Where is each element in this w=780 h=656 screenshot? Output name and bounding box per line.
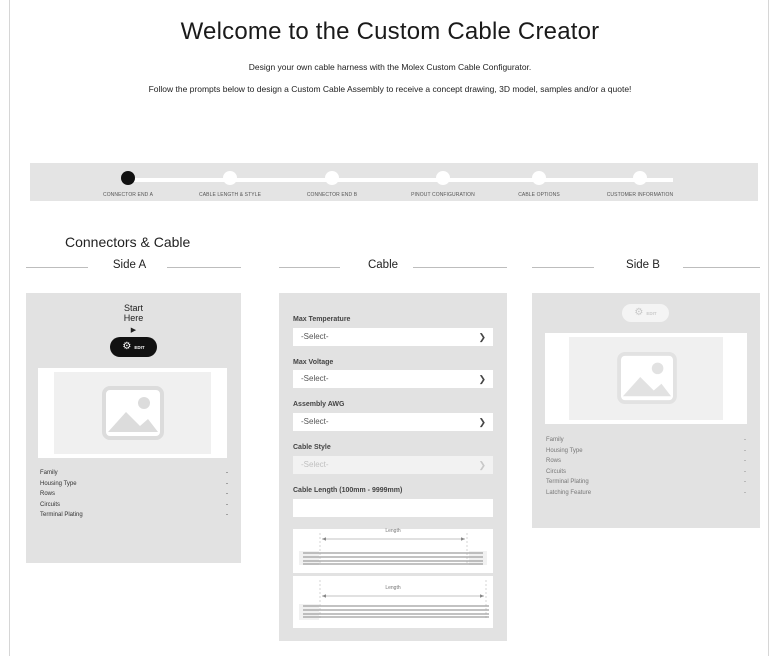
select-value: -Select- [301, 374, 329, 383]
step-dot [532, 171, 546, 185]
cable-length-label: Cable Length (100mm - 9999mm) [293, 487, 403, 494]
edit-side-a-button[interactable]: ⚙ Edit [110, 337, 157, 357]
step-dot-active [121, 171, 135, 185]
spec-row: Latching Feature - [546, 488, 746, 499]
progress-stepper: Connector End A Cable Length & Style Con… [30, 163, 758, 201]
select-value: -Select- [301, 417, 329, 426]
spec-label: Family [546, 437, 564, 443]
column-title: Side B [626, 259, 660, 271]
chevron-down-icon: ❯ [478, 374, 486, 384]
column-title: Side A [112, 259, 147, 271]
chevron-down-icon: ❯ [478, 332, 486, 342]
spec-label: Circuits [40, 501, 61, 508]
cable-style-label: Cable Style [293, 444, 331, 451]
column-title: Cable [367, 259, 399, 271]
step-dot [223, 171, 237, 185]
page-instructions: Follow the prompts below to design a Cus… [148, 84, 632, 94]
spec-row: Rows - [546, 456, 746, 467]
spec-value: - [226, 491, 228, 497]
max-voltage-select[interactable]: -Select- ❯ [293, 370, 493, 388]
column-header-cable: Cable [279, 259, 507, 275]
gear-icon: ⚙ [634, 307, 644, 318]
spec-row: Housing Type - [546, 446, 746, 457]
spec-value: - [744, 489, 746, 496]
spec-row: Rows - [40, 489, 228, 500]
edit-label: Edit [646, 310, 657, 316]
side-b-panel: ⚙ Edit Family - Housing Type - Rows - Circu… [532, 293, 760, 528]
length-label: Length [385, 528, 401, 534]
spec-row: Terminal Plating - [546, 477, 746, 488]
play-arrow-icon: ▶ [130, 327, 137, 334]
section-title: Connectors & Cable [65, 234, 191, 250]
select-value: -Select- [301, 460, 329, 469]
image-placeholder-icon [617, 352, 677, 404]
cable-panel: Max Temperature -Select- ❯ Max Voltage -… [279, 293, 507, 641]
max-voltage-label: Max Voltage [293, 359, 334, 366]
spec-value: - [744, 447, 746, 454]
cable-style-diagram-2[interactable]: Length [293, 576, 493, 628]
cable-diagram-2 [299, 580, 489, 620]
cable-style-select[interactable]: -Select- ❯ [293, 456, 493, 474]
spec-value: - [226, 512, 228, 518]
step-connector-end-b[interactable]: Connector End B [272, 169, 392, 198]
side-b-specs: Family - Housing Type - Rows - Circuits - Te… [546, 435, 746, 498]
side-a-panel: Start Here ▶ ⚙ Edit Family - Housing Type… [26, 293, 241, 563]
length-label: Length [385, 585, 401, 591]
cable-diagram-1 [299, 533, 487, 565]
connector-image-frame [38, 368, 227, 458]
connector-image [569, 337, 723, 420]
cable-length-input[interactable] [293, 499, 493, 517]
cable-style-diagram-1[interactable]: Length [293, 528, 493, 573]
chevron-down-icon: ❯ [478, 460, 486, 470]
spec-label: Latching Feature [546, 489, 592, 496]
start-here-label: Start Here [26, 303, 241, 323]
side-a-specs: Family - Housing Type - Rows - Circuits - Te… [40, 468, 228, 521]
spec-row: Circuits - [546, 467, 746, 478]
column-header-side-a: Side A [26, 259, 241, 275]
image-placeholder-icon [102, 386, 164, 440]
assembly-awg-label: Assembly AWG [293, 401, 345, 408]
here-text: Here [123, 313, 144, 323]
spec-label: Circuits [546, 468, 567, 475]
edit-side-b-button[interactable]: ⚙ Edit [622, 304, 669, 322]
step-label: Customer Information [606, 192, 674, 198]
max-temperature-select[interactable]: -Select- ❯ [293, 328, 493, 346]
spec-value: - [744, 458, 746, 464]
chevron-down-icon: ❯ [478, 417, 486, 427]
spec-label: Terminal Plating [40, 512, 83, 518]
spec-row: Circuits - [40, 500, 228, 511]
spec-row: Terminal Plating - [40, 510, 228, 521]
page-subtitle: Design your own cable harness with the M… [248, 62, 532, 72]
page-title: Welcome to the Custom Cable Creator [180, 18, 600, 45]
spec-value: - [226, 480, 228, 487]
spec-value: - [226, 470, 228, 476]
spec-value: - [226, 501, 228, 508]
spec-row: Housing Type - [40, 479, 228, 490]
select-value: -Select- [301, 332, 329, 341]
step-label: Connector End B [306, 192, 358, 198]
spec-label: Rows [40, 491, 56, 497]
spec-label: Rows [546, 458, 562, 464]
spec-label: Housing Type [40, 480, 77, 487]
spec-value: - [744, 437, 746, 443]
spec-label: Terminal Plating [546, 479, 589, 485]
spec-row: Family - [546, 435, 746, 446]
gear-icon: ⚙ [122, 341, 132, 352]
spec-label: Family [40, 470, 58, 476]
spec-value: - [744, 479, 746, 485]
step-dot [325, 171, 339, 185]
spec-label: Housing Type [546, 447, 583, 454]
step-customer-information[interactable]: Customer Information [580, 169, 700, 198]
spec-row: Family - [40, 468, 228, 479]
step-dot [633, 171, 647, 185]
start-text: Start [123, 303, 143, 313]
spec-value: - [744, 468, 746, 475]
connector-image-frame [545, 333, 747, 424]
step-dot [436, 171, 450, 185]
edit-label: Edit [134, 344, 145, 350]
max-temperature-label: Max Temperature [293, 316, 351, 323]
assembly-awg-select[interactable]: -Select- ❯ [293, 413, 493, 431]
column-header-side-b: Side B [532, 259, 760, 275]
connector-image [54, 372, 211, 454]
